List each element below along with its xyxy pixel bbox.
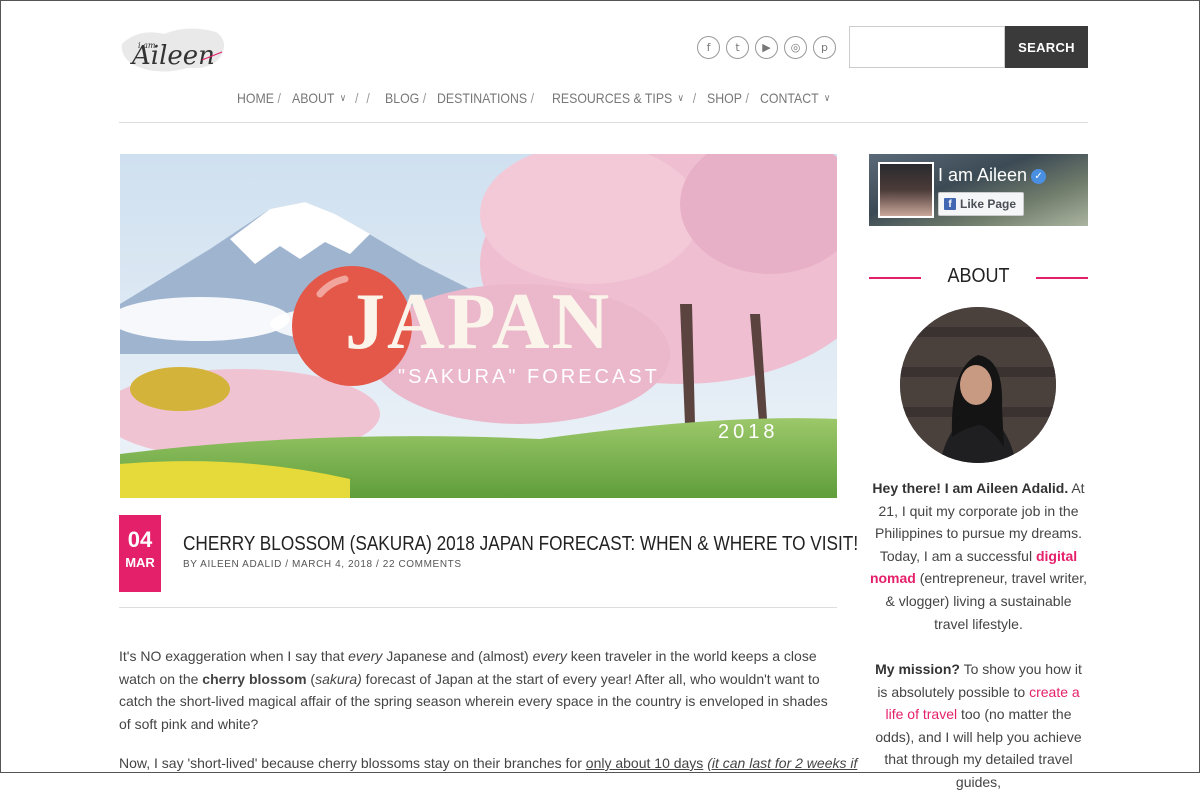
facebook-profile-photo <box>878 162 934 218</box>
about-title-decor-right <box>1036 277 1088 279</box>
post-divider <box>119 607 837 608</box>
youtube-icon[interactable]: ▶ <box>755 36 778 59</box>
instagram-icon[interactable]: ◎ <box>784 36 807 59</box>
nav-separator: / <box>422 90 427 106</box>
nav-item-resources[interactable]: RESOURCES & TIPS ∨ / <box>552 90 701 106</box>
chevron-down-icon: ∨ <box>339 92 347 104</box>
author-bio: Hey there! I am Aileen Adalid. At 21, I … <box>869 480 1088 632</box>
nav-item-home[interactable]: HOME / <box>237 90 285 106</box>
hero-subtitle: "SAKURA" FORECAST <box>398 366 660 388</box>
post-date-day: 04 <box>127 527 153 552</box>
nav-separator: / <box>745 90 750 106</box>
facebook-page-name[interactable]: I am Aileen ✓ <box>938 165 1047 186</box>
nav-separator: / <box>354 90 359 106</box>
author-mission: My mission? To show you how it is absolu… <box>875 661 1082 790</box>
hero-year: 2018 <box>718 421 779 443</box>
verified-check-icon: ✓ <box>1031 169 1047 184</box>
header-divider <box>119 122 1088 123</box>
twitter-icon[interactable]: t <box>726 36 749 59</box>
facebook-icon: f <box>944 198 956 210</box>
author-avatar <box>900 307 1056 463</box>
chevron-down-icon: ∨ <box>677 92 685 104</box>
post-paragraph-2: Now, I say 'short-lived' because cherry … <box>119 755 858 771</box>
underlined-text: only about 10 days <box>585 755 704 771</box>
nav-separator: / <box>277 90 281 106</box>
featured-image[interactable]: 2018 JAPAN "SAKURA" FORECAST <box>120 154 837 498</box>
main-nav: HOME / ABOUT ∨ / / BLOG / DESTINATIONS / RESOU… <box>237 90 840 106</box>
nav-item-contact[interactable]: CONTACT ∨ <box>760 90 830 106</box>
nav-item-blog[interactable]: BLOG / <box>385 90 431 106</box>
post-meta: BY AILEEN ADALID / MARCH 4, 2018 / 22 CO… <box>183 559 462 570</box>
post-date-month: MAR <box>125 555 155 570</box>
chevron-down-icon: ∨ <box>823 92 831 104</box>
site-logo[interactable]: i am Aileen <box>118 22 230 78</box>
hero-title: JAPAN <box>345 278 612 366</box>
facebook-page-widget[interactable]: I am Aileen ✓ f Like Page <box>869 154 1088 226</box>
post-title[interactable]: CHERRY BLOSSOM (SAKURA) 2018 JAPAN FOREC… <box>183 533 858 556</box>
logo-text: Aileen <box>130 41 215 71</box>
nav-item-destinations[interactable]: DESTINATIONS / <box>437 90 538 106</box>
nav-item-shop[interactable]: SHOP / <box>707 90 753 106</box>
pinterest-icon[interactable]: p <box>813 36 836 59</box>
nav-separator: / <box>693 90 697 106</box>
facebook-like-button[interactable]: f Like Page <box>938 192 1025 216</box>
nav-separator: / <box>366 90 370 106</box>
social-icons: f t ▶ ◎ p <box>697 36 836 59</box>
nav-separator: / <box>530 90 535 106</box>
search-button[interactable]: SEARCH <box>1005 26 1088 68</box>
nav-item-about[interactable]: ABOUT ∨ / / <box>292 90 374 106</box>
post-paragraph-1: It's NO exaggeration when I say that eve… <box>119 648 828 732</box>
search-input[interactable] <box>849 26 1005 68</box>
facebook-icon[interactable]: f <box>697 36 720 59</box>
post-date-badge: 04 MAR <box>119 515 161 592</box>
